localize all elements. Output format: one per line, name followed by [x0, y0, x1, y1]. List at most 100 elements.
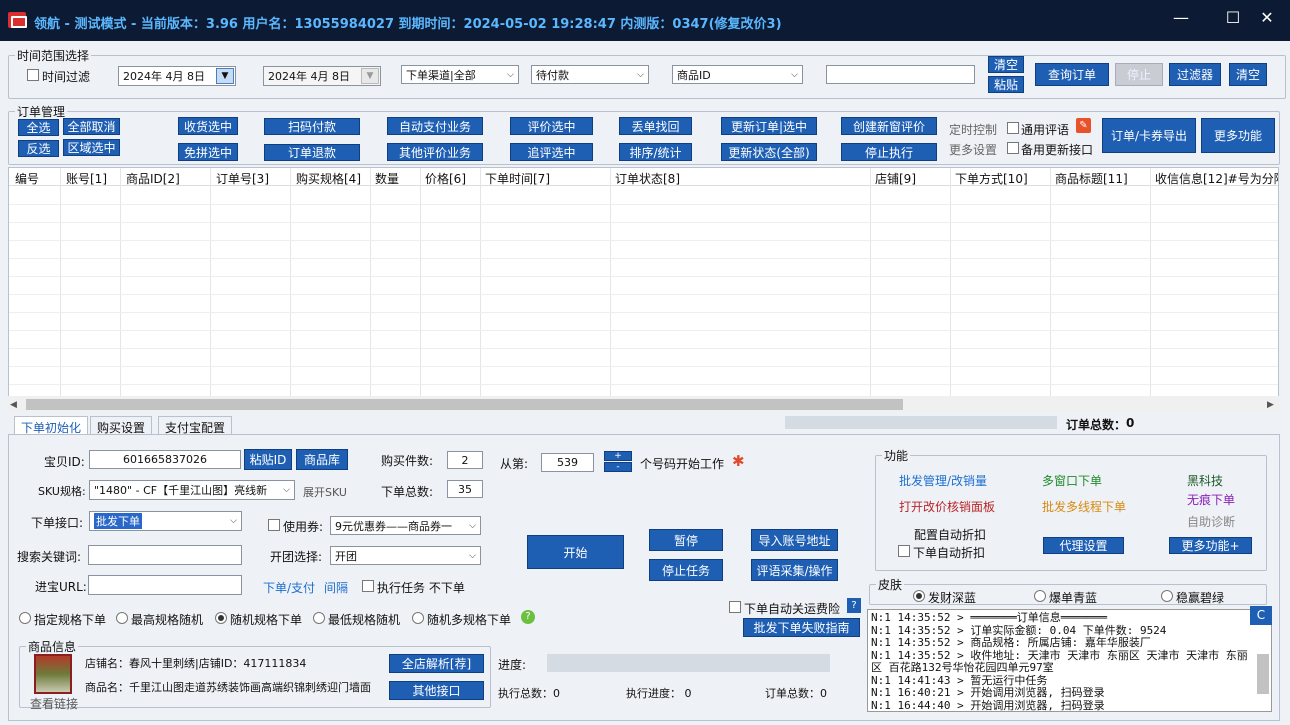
- col-header[interactable]: 购买规格[4]: [296, 170, 361, 187]
- stop-exec-button[interactable]: 停止执行: [841, 143, 937, 161]
- interface-select[interactable]: 批发下单 ⌵: [89, 511, 242, 531]
- timed-control-label[interactable]: 定时控制: [949, 121, 997, 138]
- view-link[interactable]: 查看链接: [30, 695, 78, 712]
- import-address-button[interactable]: 导入账号地址: [751, 529, 838, 551]
- skin-radio-cyan-blue[interactable]: [1034, 590, 1046, 602]
- scroll-thumb[interactable]: [26, 399, 903, 410]
- export-button[interactable]: 订单/卡券导出: [1102, 118, 1196, 153]
- other-review-button[interactable]: 其他评价业务: [387, 143, 483, 161]
- clear-top-button[interactable]: 清空: [988, 56, 1024, 73]
- scroll-right-icon[interactable]: ▶: [1267, 400, 1274, 410]
- stop-task-button[interactable]: 停止任务: [649, 559, 723, 581]
- expand-sku-label[interactable]: 展开SKU: [303, 484, 347, 500]
- review-collect-button[interactable]: 评语采集/操作: [751, 559, 838, 581]
- create-window-review-button[interactable]: 创建新窗评价: [841, 117, 937, 135]
- date-from-picker[interactable]: 2024年 4月 8日 ▼: [118, 66, 236, 86]
- more-functions-button[interactable]: 更多功能+: [1169, 537, 1252, 554]
- log-panel[interactable]: N:1 14:35:52 > ═══════订单信息═══════ N:1 14…: [867, 609, 1272, 712]
- pay-status-select[interactable]: 待付款 ⌵: [531, 65, 649, 84]
- col-header[interactable]: 下单时间[7]: [485, 170, 550, 187]
- receive-selected-button[interactable]: 收货选中: [178, 117, 238, 135]
- paste-id-button[interactable]: 粘贴ID: [244, 449, 292, 470]
- col-header[interactable]: 下单方式[10]: [955, 170, 1028, 187]
- col-header[interactable]: 账号[1]: [66, 170, 107, 187]
- col-header[interactable]: 商品ID[2]: [126, 170, 180, 187]
- auto-discount-checkbox[interactable]: [898, 545, 910, 557]
- col-header[interactable]: 价格[6]: [425, 170, 466, 187]
- wholesale-mgmt-link[interactable]: 批发管理/改销量: [899, 472, 987, 489]
- start-button[interactable]: 开始: [527, 535, 624, 569]
- col-header[interactable]: 店铺[9]: [875, 170, 916, 187]
- stop-button[interactable]: 停止: [1115, 63, 1163, 86]
- general-review-checkbox[interactable]: [1007, 122, 1019, 134]
- edit-icon[interactable]: ✎: [1076, 118, 1091, 133]
- minimize-icon[interactable]: —: [1166, 8, 1196, 27]
- col-header[interactable]: 订单号[3]: [216, 170, 269, 187]
- traceless-link[interactable]: 无痕下单: [1187, 491, 1235, 508]
- horizontal-scrollbar[interactable]: ◀ ▶: [8, 396, 1279, 413]
- search-input[interactable]: [826, 65, 975, 84]
- multi-window-link[interactable]: 多窗口下单: [1042, 472, 1102, 489]
- url-input[interactable]: [88, 575, 242, 595]
- config-auto-discount-label[interactable]: 配置自动折扣: [914, 526, 986, 543]
- other-api-button[interactable]: 其他接口: [389, 681, 484, 700]
- group-select[interactable]: 开团 ⌵: [330, 546, 481, 565]
- decrement-button[interactable]: -: [604, 462, 632, 472]
- query-orders-button[interactable]: 查询订单: [1035, 63, 1109, 86]
- use-coupon-checkbox[interactable]: [268, 519, 280, 531]
- col-header[interactable]: 编号: [15, 170, 39, 187]
- col-header[interactable]: 订单状态[8]: [615, 170, 680, 187]
- free-group-selected-button[interactable]: 免拼选中: [178, 143, 238, 161]
- keyword-input[interactable]: [88, 545, 242, 565]
- update-order-selected-button[interactable]: 更新订单|选中: [721, 117, 817, 135]
- log-scroll-thumb[interactable]: [1257, 654, 1269, 694]
- col-header[interactable]: 收信信息[12]#号为分隔: [1155, 170, 1278, 187]
- open-price-panel-link[interactable]: 打开改价核销面板: [899, 498, 995, 515]
- tab-order-init[interactable]: 下单初始化: [14, 416, 89, 435]
- tab-purchase-settings[interactable]: 购买设置: [90, 416, 153, 435]
- product-id-select[interactable]: 商品ID ⌵: [672, 65, 803, 84]
- auto-diag-link[interactable]: 自助诊断: [1187, 513, 1235, 530]
- black-tech-link[interactable]: 黑科技: [1187, 472, 1223, 489]
- retrieve-lost-button[interactable]: 丢单找回: [619, 117, 692, 135]
- scan-pay-button[interactable]: 扫码付款: [264, 118, 360, 135]
- radio-highest-random[interactable]: [116, 612, 128, 624]
- scroll-left-icon[interactable]: ◀: [10, 400, 17, 410]
- select-all-button[interactable]: 全选: [18, 119, 59, 136]
- shop-parse-button[interactable]: 全店解析[荐]: [389, 654, 484, 673]
- clear-log-button[interactable]: C: [1250, 606, 1272, 625]
- invert-selection-button[interactable]: 反选: [18, 140, 59, 157]
- more-settings-label[interactable]: 更多设置: [949, 141, 997, 158]
- update-status-all-button[interactable]: 更新状态(全部): [721, 143, 817, 161]
- review-selected-button[interactable]: 评价选中: [510, 117, 593, 135]
- product-thumbnail[interactable]: [34, 654, 72, 694]
- radio-random-multi[interactable]: [412, 612, 424, 624]
- wholesale-multi-link[interactable]: 批发多线程下单: [1042, 498, 1126, 515]
- close-icon[interactable]: ✕: [1252, 8, 1282, 27]
- channel-select[interactable]: 下单渠道|全部 ⌵: [401, 65, 519, 84]
- radio-lowest-random[interactable]: [313, 612, 325, 624]
- skin-radio-green[interactable]: [1161, 590, 1173, 602]
- tab-alipay-config[interactable]: 支付宝配置: [158, 416, 233, 435]
- auto-pay-button[interactable]: 自动支付业务: [387, 117, 483, 135]
- filter-button[interactable]: 过滤器: [1169, 63, 1221, 86]
- calendar-dropdown-icon[interactable]: ▼: [216, 68, 234, 84]
- auto-close-insurance-checkbox[interactable]: [729, 601, 741, 613]
- coupon-select[interactable]: 9元优惠券——商品券一 ⌵: [330, 516, 481, 535]
- clear-button[interactable]: 清空: [1229, 63, 1267, 86]
- increment-button[interactable]: +: [604, 451, 632, 461]
- radio-random-sku[interactable]: [215, 612, 227, 624]
- date-to-picker[interactable]: 2024年 4月 8日 ▼: [263, 66, 381, 86]
- gear-icon[interactable]: ✱: [732, 452, 745, 470]
- proxy-settings-button[interactable]: 代理设置: [1043, 537, 1124, 554]
- question-icon[interactable]: ?: [847, 598, 861, 613]
- pause-button[interactable]: 暂停: [649, 529, 723, 551]
- interval-link[interactable]: 间隔: [324, 579, 348, 596]
- time-filter-checkbox[interactable]: [27, 69, 39, 81]
- append-review-selected-button[interactable]: 追评选中: [510, 143, 593, 161]
- order-refund-button[interactable]: 订单退款: [264, 144, 360, 161]
- sku-select[interactable]: "1480" - CF【千里江山图】亮线新 ⌵: [89, 480, 295, 500]
- radio-specified-sku[interactable]: [19, 612, 31, 624]
- col-header[interactable]: 数量: [375, 170, 399, 187]
- paste-button[interactable]: 粘贴: [988, 76, 1024, 93]
